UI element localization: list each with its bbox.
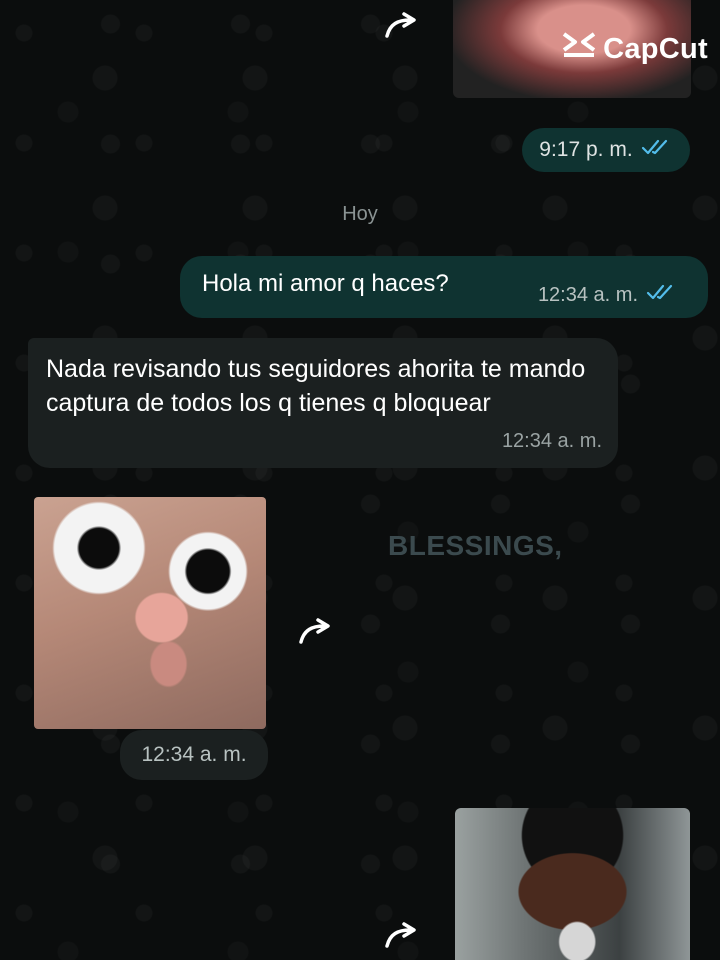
double-check-icon	[641, 137, 673, 163]
timestamp-text: 12:34 a. m.	[537, 283, 638, 306]
capcut-brand-text: CapCut	[603, 32, 708, 65]
timestamp-text: 9:17 p. m.	[539, 138, 633, 161]
message-timestamp: 9:17 p. m.	[522, 128, 690, 172]
forward-arrow-icon[interactable]	[384, 922, 422, 950]
message-meta: 12:34 a. m.	[538, 282, 678, 308]
timestamp-text: 12:34 a. m.	[501, 430, 602, 452]
double-check-icon	[646, 282, 678, 308]
message-text: Hola mi amor q haces?	[202, 270, 449, 297]
date-separator: Hoy	[342, 202, 378, 225]
incoming-message-bubble[interactable]: Nada revisando tus seguidores ahorita te…	[28, 338, 618, 468]
forward-arrow-icon[interactable]	[384, 12, 422, 40]
forwarded-image-message[interactable]	[455, 808, 690, 960]
image-timestamp: 12:34 a. m.	[120, 730, 268, 780]
outgoing-message-bubble[interactable]: Hola mi amor q haces? 12:34 a. m.	[180, 256, 708, 318]
capcut-logo-icon	[561, 30, 597, 68]
capcut-watermark: CapCut	[561, 30, 708, 68]
overlay-text: BLESSINGS,	[388, 530, 563, 561]
forward-arrow-icon[interactable]	[298, 618, 336, 646]
message-text: Nada revisando tus seguidores ahorita te…	[46, 355, 586, 417]
incoming-image-message[interactable]	[34, 497, 266, 729]
